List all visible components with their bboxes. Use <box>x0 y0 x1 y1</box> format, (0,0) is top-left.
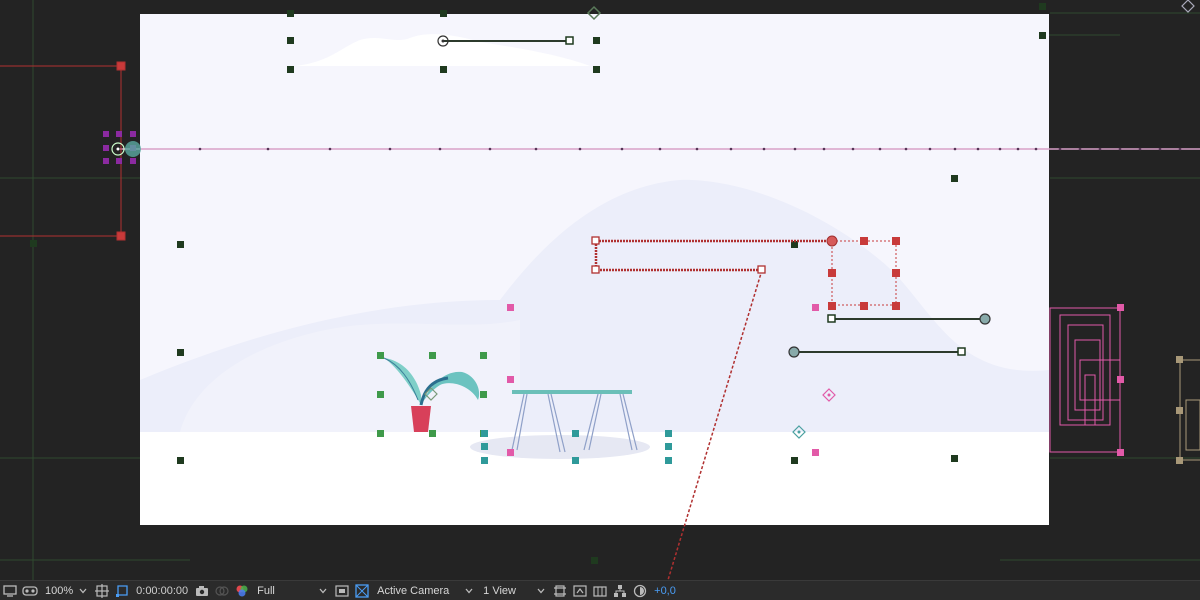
resolution-value: Full <box>257 584 275 597</box>
color-channels-icon[interactable] <box>233 583 251 599</box>
chevron-down-icon <box>465 588 473 594</box>
rug-shape <box>470 435 650 459</box>
zoom-dropdown[interactable]: 100% <box>42 583 90 599</box>
viewer-canvas-svg <box>0 0 1200 580</box>
resolution-dropdown[interactable]: Full <box>254 583 330 599</box>
chevron-down-icon <box>319 588 327 594</box>
snapshot-camera-icon[interactable] <box>193 583 211 599</box>
chevron-down-icon <box>537 588 545 594</box>
composition-viewer[interactable] <box>0 0 1200 580</box>
timeline-icon[interactable] <box>591 583 609 599</box>
grid-guides-icon[interactable] <box>93 583 111 599</box>
offscreen-tan-bounds[interactable] <box>1176 356 1200 464</box>
viewer-toolbar: 100% 0:00:00:00 Full Active Camera 1 Vie… <box>0 580 1200 600</box>
exposure-value[interactable]: +0,0 <box>654 585 676 597</box>
vr-goggles-icon[interactable] <box>21 583 39 599</box>
flowchart-icon[interactable] <box>611 583 629 599</box>
chevron-down-icon <box>79 588 87 594</box>
show-snapshot-icon[interactable] <box>213 583 231 599</box>
timecode[interactable]: 0:00:00:00 <box>136 585 188 597</box>
camera-value: Active Camera <box>377 584 450 597</box>
purple-handle-cluster[interactable] <box>103 131 141 164</box>
transparency-grid-icon[interactable] <box>353 583 371 599</box>
zoom-value: 100% <box>45 584 74 597</box>
reset-view-icon[interactable] <box>551 583 569 599</box>
corner-anchor-icon[interactable] <box>1181 0 1195 13</box>
exposure-reset-icon[interactable] <box>631 583 649 599</box>
offscreen-pink-bounds[interactable] <box>1049 304 1124 456</box>
view-layout-value: 1 View <box>483 584 516 597</box>
region-of-interest-icon[interactable] <box>333 583 351 599</box>
mask-visibility-icon[interactable] <box>113 583 131 599</box>
monitor-icon[interactable] <box>1 583 19 599</box>
view-layout-dropdown[interactable]: 1 View <box>480 583 548 599</box>
fast-preview-icon[interactable] <box>571 583 589 599</box>
camera-dropdown[interactable]: Active Camera <box>374 583 476 599</box>
